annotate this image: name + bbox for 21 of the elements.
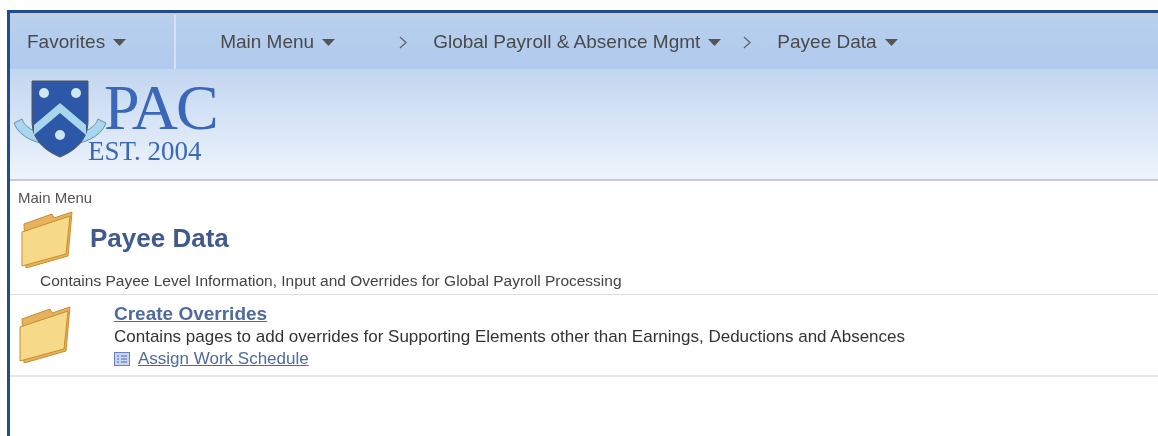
caret-icon <box>708 38 722 46</box>
folder-icon <box>16 303 74 363</box>
caret-icon <box>322 38 336 46</box>
nav-menu[interactable]: Favorites <box>27 31 127 53</box>
folder-icon <box>18 208 76 268</box>
page-link[interactable]: Assign Work Schedule <box>114 349 905 369</box>
folder-description: Contains pages to add overrides for Supporting Elements other than Earnings, Deductions and Absences <box>114 327 905 347</box>
breadcrumb: Main Menu <box>17 188 94 206</box>
list-icon <box>114 352 130 366</box>
nav-menu[interactable]: Global Payroll & Absence Mgmt <box>433 31 722 53</box>
nav-menu[interactable]: Payee Data <box>777 31 898 53</box>
page-title: Payee Data <box>90 222 229 254</box>
chevron-icon <box>399 35 408 49</box>
logo-tagline: EST. 2004 <box>88 137 203 165</box>
caret-icon <box>884 38 898 46</box>
nav-menu[interactable]: Main Menu <box>220 31 336 53</box>
logo-text: PAC <box>104 79 217 137</box>
folder-link[interactable]: Create Overrides <box>114 303 905 325</box>
page-description: Contains Payee Level Information, Input and Overrides for Global Payroll Processing <box>10 268 1158 295</box>
chevron-icon <box>743 35 752 49</box>
caret-icon <box>113 38 127 46</box>
